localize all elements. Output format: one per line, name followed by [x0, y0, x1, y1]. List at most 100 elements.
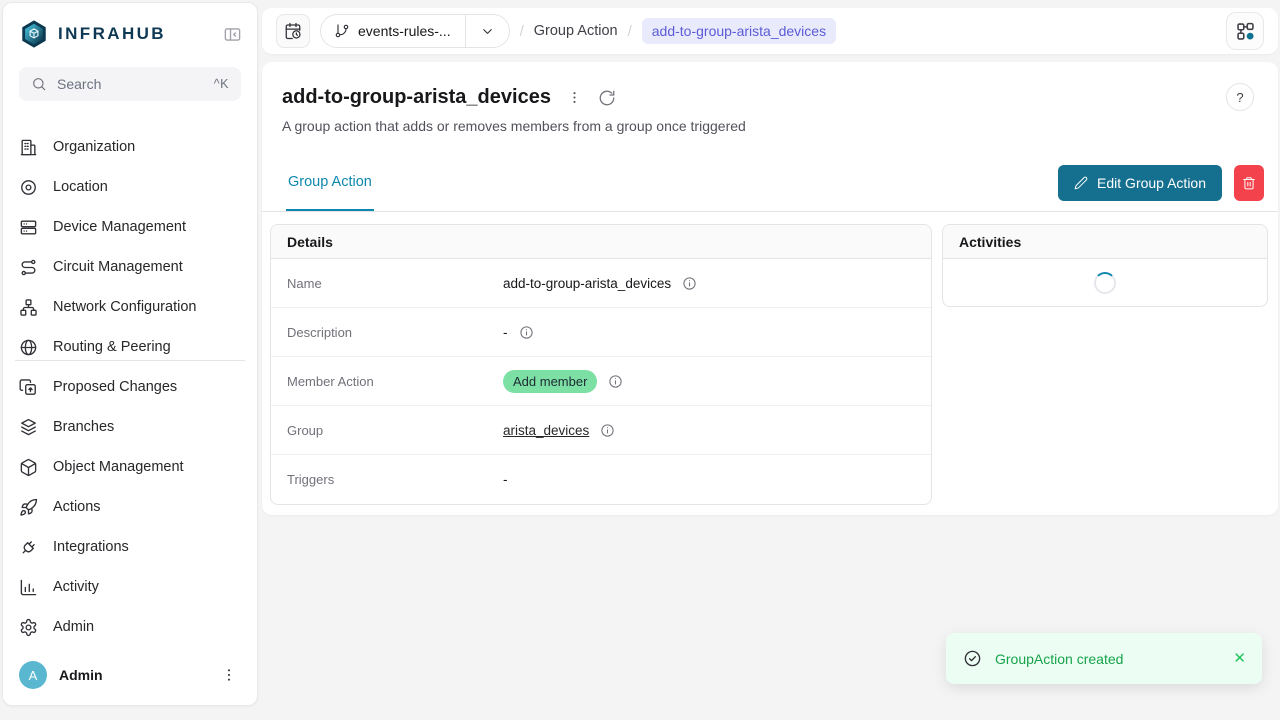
sidebar-item-label: Object Management: [53, 459, 184, 475]
globe-icon: [19, 338, 38, 357]
sidebar-item-label: Circuit Management: [53, 259, 183, 275]
sidebar-item-device-management[interactable]: Device Management: [3, 207, 257, 247]
group-link[interactable]: arista_devices: [503, 423, 589, 438]
delete-button[interactable]: [1234, 165, 1264, 201]
row-value: add-to-group-arista_devices: [503, 276, 671, 291]
sidebar-item-integrations[interactable]: Integrations: [3, 527, 257, 567]
sidebar-item-admin[interactable]: Admin: [3, 607, 257, 647]
chevron-down-icon[interactable]: [466, 24, 509, 39]
check-circle-icon: [963, 649, 982, 668]
title-kebab-icon[interactable]: [567, 90, 582, 105]
gear-icon: [19, 618, 38, 637]
close-icon[interactable]: ✕: [1233, 651, 1246, 666]
row-label: Description: [287, 325, 503, 340]
branch-selector[interactable]: events-rules-...: [320, 14, 510, 48]
user-kebab-icon[interactable]: [217, 663, 241, 687]
sidebar-item-network-configuration[interactable]: Network Configuration: [3, 287, 257, 327]
sidebar-item-circuit-management[interactable]: Circuit Management: [3, 247, 257, 287]
sidebar-item-label: Actions: [53, 499, 101, 515]
bar-chart-icon: [19, 578, 38, 597]
details-row-member-action: Member Action Add member: [271, 357, 931, 406]
circle-dot-icon: [19, 178, 38, 197]
search-input[interactable]: Search ^K: [19, 67, 241, 101]
details-header: Details: [271, 225, 931, 259]
sidebar-item-label: Network Configuration: [53, 299, 196, 315]
sidebar-item-routing-peering[interactable]: Routing & Peering: [3, 327, 257, 356]
infrahub-logo-icon: [19, 19, 49, 49]
details-row-group: Group arista_devices: [271, 406, 931, 455]
sidebar: INFRAHUB Search ^K Organization Location…: [2, 2, 258, 706]
edit-group-action-button[interactable]: Edit Group Action: [1058, 165, 1222, 201]
sidebar-item-label: Admin: [53, 619, 94, 635]
sidebar-item-object-management[interactable]: Object Management: [3, 447, 257, 487]
row-value: -: [503, 325, 508, 340]
sidebar-nav-primary: Organization Location Device Management …: [3, 127, 257, 356]
copy-icon: [19, 378, 38, 397]
page-subtitle: A group action that adds or removes memb…: [282, 118, 1254, 134]
info-icon[interactable]: [608, 374, 623, 389]
help-button[interactable]: ?: [1226, 83, 1254, 111]
plug-icon: [19, 538, 38, 557]
user-name: Admin: [59, 667, 205, 683]
row-label: Group: [287, 423, 503, 438]
breadcrumb-current[interactable]: add-to-group-arista_devices: [642, 18, 836, 44]
details-row-name: Name add-to-group-arista_devices: [271, 259, 931, 308]
row-label: Member Action: [287, 374, 503, 389]
server-icon: [19, 218, 38, 237]
calendar-clock-icon[interactable]: [276, 14, 310, 48]
main-content: add-to-group-arista_devices A group acti…: [262, 62, 1278, 515]
brand-name: INFRAHUB: [58, 24, 219, 44]
sidebar-divider: [15, 360, 245, 361]
user-menu[interactable]: A Admin: [3, 661, 257, 705]
topbar: events-rules-... / Group Action / add-to…: [262, 8, 1278, 54]
search-placeholder: Search: [57, 76, 204, 92]
search-shortcut: ^K: [214, 77, 229, 91]
sidebar-item-label: Routing & Peering: [53, 339, 171, 355]
sidebar-item-label: Organization: [53, 139, 135, 155]
trash-icon: [1242, 176, 1256, 190]
search-icon: [31, 76, 47, 92]
layers-icon: [19, 418, 38, 437]
breadcrumb-section[interactable]: Group Action: [534, 23, 618, 39]
route-icon: [19, 258, 38, 277]
sidebar-item-label: Device Management: [53, 219, 186, 235]
sidebar-nav-secondary: Proposed Changes Branches Object Managem…: [3, 367, 257, 647]
git-branch-icon: [334, 23, 350, 39]
sidebar-item-organization[interactable]: Organization: [3, 127, 257, 167]
sidebar-item-actions[interactable]: Actions: [3, 487, 257, 527]
page-title: add-to-group-arista_devices: [282, 86, 551, 109]
network-icon: [19, 298, 38, 317]
row-label: Triggers: [287, 472, 503, 487]
row-value: -: [503, 472, 508, 487]
breadcrumb-separator: /: [520, 23, 524, 40]
sidebar-header: INFRAHUB: [3, 3, 257, 51]
sidebar-item-location[interactable]: Location: [3, 167, 257, 207]
info-icon[interactable]: [519, 325, 534, 340]
activities-panel: Activities: [942, 224, 1268, 307]
info-icon[interactable]: [600, 423, 615, 438]
edit-button-label: Edit Group Action: [1097, 175, 1206, 191]
workflow-icon[interactable]: [1226, 12, 1264, 50]
sidebar-item-proposed-changes[interactable]: Proposed Changes: [3, 367, 257, 407]
toast-notification: GroupAction created ✕: [946, 633, 1262, 684]
sidebar-item-label: Activity: [53, 579, 99, 595]
details-panel: Details Name add-to-group-arista_devices…: [270, 224, 932, 505]
building-icon: [19, 138, 38, 157]
sidebar-collapse-icon[interactable]: [219, 21, 245, 47]
activities-header: Activities: [943, 225, 1267, 259]
tab-bar: Group Action Edit Group Action: [262, 155, 1278, 212]
loading-spinner-icon: [1094, 272, 1116, 294]
tab-group-action[interactable]: Group Action: [286, 155, 374, 211]
details-row-description: Description -: [271, 308, 931, 357]
sidebar-item-branches[interactable]: Branches: [3, 407, 257, 447]
sidebar-item-label: Location: [53, 179, 108, 195]
avatar: A: [19, 661, 47, 689]
info-icon[interactable]: [682, 276, 697, 291]
member-action-badge: Add member: [503, 370, 597, 393]
sidebar-item-label: Branches: [53, 419, 114, 435]
sidebar-item-label: Proposed Changes: [53, 379, 177, 395]
sidebar-item-activity[interactable]: Activity: [3, 567, 257, 607]
refresh-icon[interactable]: [598, 89, 616, 107]
toast-message: GroupAction created: [995, 651, 1220, 667]
pencil-icon: [1074, 176, 1088, 190]
